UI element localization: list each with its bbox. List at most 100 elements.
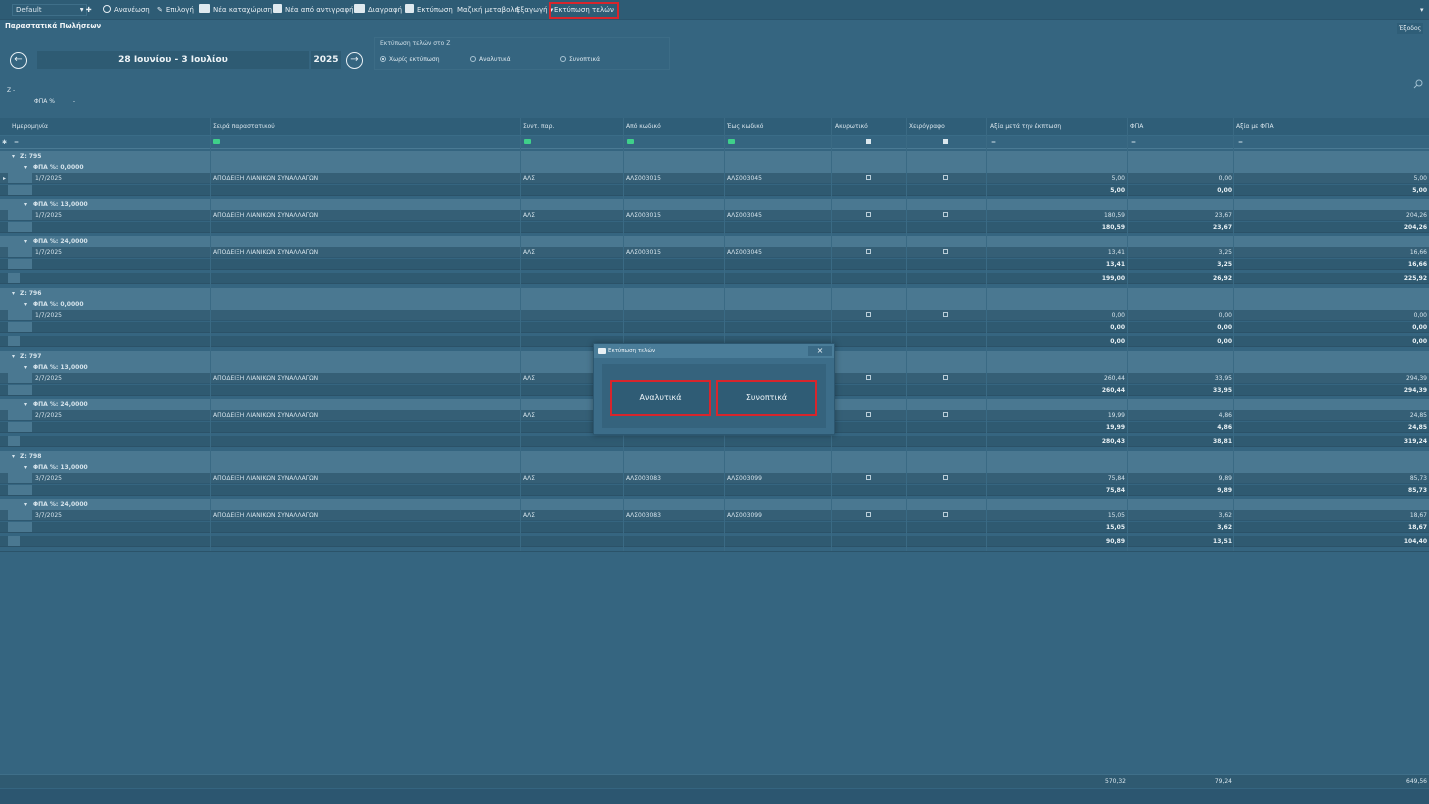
filter-gross-icon[interactable]: = — [1238, 139, 1243, 146]
bulk-change-button[interactable]: Μαζική μεταβολή — [457, 4, 519, 16]
previous-arrow-icon[interactable]: ← — [10, 52, 27, 69]
col-net[interactable]: Αξία μετά την έκπτωση — [990, 123, 1061, 130]
group-row-vat[interactable]: ▾ ΦΠΑ %: 0,0000 — [0, 162, 1429, 173]
footer-gross: 649,56 — [1406, 778, 1427, 785]
date-range-label[interactable]: 28 Ιουνίου - 3 Ιουλίου — [37, 51, 309, 69]
expand-icon[interactable]: ▾ — [12, 290, 15, 297]
col-handwritten[interactable]: Χειρόγραφο — [909, 123, 945, 130]
expand-icon[interactable]: ▾ — [12, 453, 15, 460]
indent-spacer — [8, 499, 20, 510]
filter-cancel-checkbox[interactable] — [866, 139, 871, 146]
print-button[interactable]: Εκτύπωση — [405, 4, 453, 16]
col-vat[interactable]: ΦΠΑ — [1130, 123, 1143, 130]
radio-summary[interactable]: Συνοπτικά — [560, 56, 600, 63]
vat-group-summary-row: 0,00 0,00 0,00 — [0, 322, 1429, 333]
expand-icon[interactable]: ▾ — [24, 164, 27, 171]
filter-from-icon[interactable] — [627, 139, 634, 146]
exit-button[interactable]: Έξοδος — [1397, 23, 1423, 34]
col-cancel[interactable]: Ακυρωτικό — [835, 123, 868, 130]
group-row-z[interactable]: Ζ: 795 ▾ — [0, 151, 1429, 162]
expand-icon[interactable]: ▾ — [24, 501, 27, 508]
handwritten-checkbox[interactable] — [943, 512, 948, 517]
expand-icon[interactable]: ▾ — [24, 238, 27, 245]
col-gross[interactable]: Αξία με ΦΠΑ — [1236, 123, 1274, 130]
handwritten-checkbox[interactable] — [943, 175, 948, 180]
filter-vat-icon[interactable]: = — [1131, 139, 1136, 146]
export-menu[interactable]: Εξαγωγή ▾ — [516, 4, 553, 16]
filter-date-icon[interactable]: = — [14, 139, 19, 146]
filter-abbr-icon[interactable] — [524, 139, 531, 146]
save-layout-icon[interactable]: ▾ ✚ — [80, 4, 92, 16]
group-row-vat[interactable]: ▾ ΦΠΑ %: 13,0000 — [0, 199, 1429, 210]
col-series[interactable]: Σειρά παραστατικού — [213, 123, 275, 130]
toolbar-overflow-icon[interactable]: ▾ — [1420, 4, 1424, 16]
footer-vat: 79,24 — [1214, 778, 1232, 785]
table-row[interactable]: ▸ 1/7/2025 ΑΠΟΔΕΙΞΗ ΛΙΑΝΙΚΩΝ ΣΥΝΑΛΛΑΓΩΝ ΑΛΣ… — [0, 173, 1429, 184]
group-row-vat[interactable]: ▾ ΦΠΑ %: 0,0000 — [0, 299, 1429, 310]
handwritten-checkbox[interactable] — [943, 312, 948, 317]
expand-icon[interactable]: ▾ — [12, 153, 15, 160]
cancel-checkbox[interactable] — [866, 412, 871, 417]
new-entry-button[interactable]: Νέα καταχώριση — [199, 4, 272, 16]
expand-icon[interactable]: ▾ — [24, 464, 27, 471]
expand-icon[interactable]: ▾ — [24, 201, 27, 208]
indent-spacer — [8, 299, 20, 310]
group-chip-z[interactable]: Ζ - — [7, 87, 15, 94]
search-icon[interactable] — [1413, 79, 1423, 89]
group-row-z[interactable]: Ζ: 798 ▾ — [0, 451, 1429, 462]
select-button[interactable]: ✎ Επιλογή — [157, 4, 194, 16]
table-row[interactable]: 1/7/2025 ΑΠΟΔΕΙΞΗ ΛΙΑΝΙΚΩΝ ΣΥΝΑΛΛΑΓΩΝ ΑΛΣ Α… — [0, 210, 1429, 221]
filter-handwritten-checkbox[interactable] — [943, 139, 948, 146]
radio-no-print[interactable]: Χωρίς εκτύπωση — [380, 56, 440, 63]
detailed-button[interactable]: Αναλυτικά — [610, 380, 711, 416]
filter-series-icon[interactable] — [213, 139, 220, 146]
col-to[interactable]: Έως κωδικό — [727, 123, 763, 130]
handwritten-checkbox[interactable] — [943, 412, 948, 417]
new-copy-button[interactable]: Νέα από αντιγραφή — [273, 4, 354, 16]
col-from[interactable]: Από κωδικό — [626, 123, 661, 130]
group-chip-vat[interactable]: ΦΠΑ % - — [34, 98, 75, 105]
table-row[interactable]: 3/7/2025 ΑΠΟΔΕΙΞΗ ΛΙΑΝΙΚΩΝ ΣΥΝΑΛΛΑΓΩΝ ΑΛΣ Α… — [0, 473, 1429, 484]
cancel-checkbox[interactable] — [866, 175, 871, 180]
year-label[interactable]: 2025 — [311, 51, 341, 69]
table-row[interactable]: 3/7/2025 ΑΠΟΔΕΙΞΗ ΛΙΑΝΙΚΩΝ ΣΥΝΑΛΛΑΓΩΝ ΑΛΣ Α… — [0, 510, 1429, 521]
table-row[interactable]: 1/7/2025 ΑΠΟΔΕΙΞΗ ΛΙΑΝΙΚΩΝ ΣΥΝΑΛΛΑΓΩΝ ΑΛΣ Α… — [0, 247, 1429, 258]
cancel-checkbox[interactable] — [866, 249, 871, 254]
cancel-checkbox[interactable] — [866, 512, 871, 517]
expand-icon[interactable]: ▾ — [24, 401, 27, 408]
table-row[interactable]: 1/7/2025 0,00 0,00 0,00 — [0, 310, 1429, 321]
column-divider — [623, 118, 624, 551]
filter-net-icon[interactable]: = — [991, 139, 996, 146]
group-row-vat[interactable]: ▾ ΦΠΑ %: 24,0000 — [0, 236, 1429, 247]
cell-gross: 204,26 — [1406, 212, 1427, 219]
summary-button[interactable]: Συνοπτικά — [716, 380, 817, 416]
sort-icon: - — [72, 98, 76, 105]
layout-combo[interactable]: Default ▾ — [12, 4, 87, 16]
delete-button[interactable]: Διαγραφή — [354, 4, 402, 16]
next-arrow-icon[interactable]: → — [346, 52, 363, 69]
filter-to-icon[interactable] — [728, 139, 735, 146]
group-row-vat[interactable]: ▾ ΦΠΑ %: 24,0000 — [0, 499, 1429, 510]
cancel-checkbox[interactable] — [866, 375, 871, 380]
cancel-checkbox[interactable] — [866, 475, 871, 480]
close-icon[interactable]: × — [808, 346, 832, 356]
group-row-vat[interactable]: ▾ ΦΠΑ %: 13,0000 — [0, 462, 1429, 473]
group-row-z[interactable]: Ζ: 796 ▾ — [0, 288, 1429, 299]
print-ends-button[interactable]: Εκτύπωση τελών — [549, 2, 619, 19]
handwritten-checkbox[interactable] — [943, 212, 948, 217]
vat-group-summary-row: 13,41 3,25 16,66 — [0, 259, 1429, 270]
col-abbr[interactable]: Συντ. παρ. — [523, 123, 554, 130]
expand-icon[interactable]: ▾ — [24, 301, 27, 308]
handwritten-checkbox[interactable] — [943, 249, 948, 254]
expand-icon[interactable]: ▾ — [24, 364, 27, 371]
cancel-checkbox[interactable] — [866, 312, 871, 317]
refresh-icon — [103, 5, 111, 13]
refresh-button[interactable]: Ανανέωση — [103, 4, 150, 16]
cancel-checkbox[interactable] — [866, 212, 871, 217]
radio-selected-icon — [380, 56, 386, 62]
col-date[interactable]: Ημερομηνία — [12, 123, 48, 130]
handwritten-checkbox[interactable] — [943, 375, 948, 380]
radio-detailed[interactable]: Αναλυτικά — [470, 56, 511, 63]
expand-icon[interactable]: ▾ — [12, 353, 15, 360]
handwritten-checkbox[interactable] — [943, 475, 948, 480]
